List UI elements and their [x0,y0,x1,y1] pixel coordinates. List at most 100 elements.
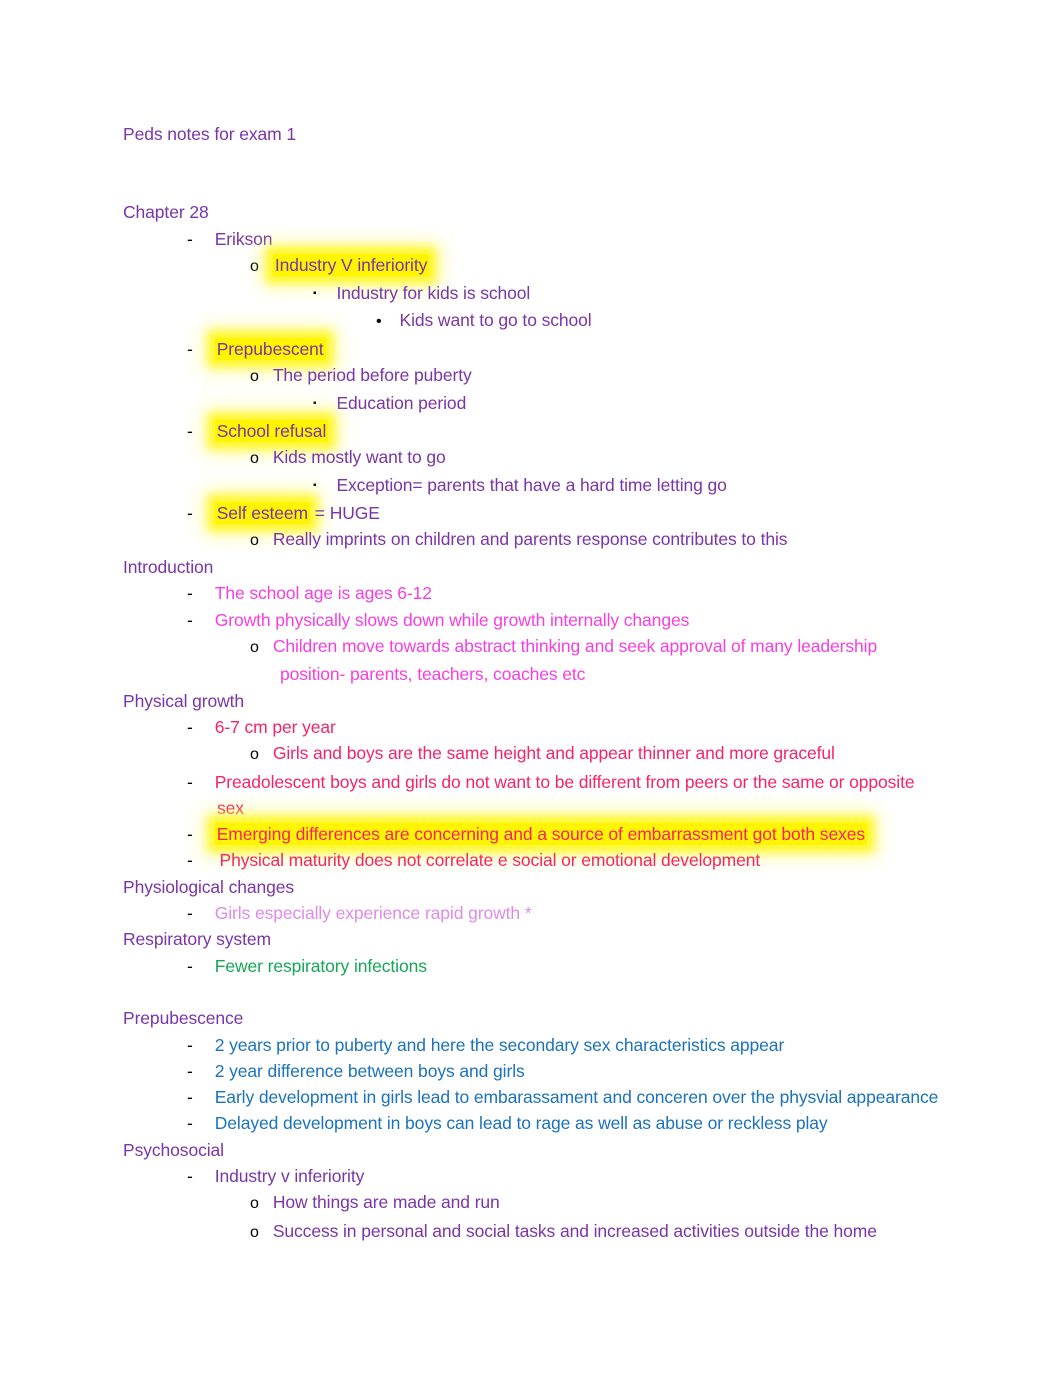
outline-item: - Early development in girls lead to emba… [187,1084,943,1110]
list-marker-dash-icon: - [187,716,193,737]
list-marker-dash-icon: - [187,1087,193,1108]
outline-item: • Kids want to go to school [376,307,943,335]
outline-item: - Growth physically slows down while grow… [187,607,943,633]
list-marker-circle-icon: o [250,746,259,764]
list-marker-dash-icon: - [187,502,193,523]
list-marker-circle-icon: o [250,449,259,467]
outline-item: ▪ Education period [313,390,943,417]
list-marker-dash-icon: - [187,850,193,871]
outline-item-text: Exception= parents that have a hard time… [336,475,727,496]
list-marker-circle-icon: o [250,1223,259,1241]
list-marker-dot-icon: • [376,313,382,331]
outline-item-text: 6-7 cm per year [214,716,336,737]
list-marker-dash-icon: - [187,1165,193,1186]
outline-item-text: Physical maturity does not correlate e s… [214,850,761,871]
section-heading-psychosocial: Psychosocial [123,1139,224,1160]
outline-item-text: Emerging differences are concerning and … [214,823,868,846]
outline-item-text: Really imprints on children and parents … [272,528,788,549]
section-heading-prepubescence: Prepubescence [123,1008,244,1029]
list-marker-square-icon: ▪ [313,288,317,300]
outline-item: ▪ Industry for kids is school [313,280,943,307]
outline-item-text: Industry v inferiority [214,1165,365,1186]
list-marker-dash-icon: - [187,955,193,976]
outline-item-text: Self esteem [214,501,311,524]
outline-item: - The school age is ages 6-12 [187,580,943,606]
list-marker-dash-icon: - [187,771,193,792]
outline-item-text: Success in personal and social tasks and… [272,1220,877,1241]
outline-item: o The period before puberty [250,362,943,390]
list-marker-dash-icon: - [187,1034,193,1055]
outline-item-text: Fewer respiratory infections [214,955,427,976]
outline-item-text: The school age is ages 6-12 [214,583,432,604]
outline-item-text: How things are made and run [272,1192,500,1213]
list-marker-dash-icon: - [187,583,193,604]
outline-item-text: Preadolescent boys and girls do not want… [214,771,920,818]
outline-item: - Prepubescent [187,336,943,362]
list-marker-dash-icon: - [187,228,193,249]
outline-item-text: Girls especially experience rapid growth… [214,903,532,924]
outline-item-text: Kids want to go to school [399,310,592,331]
section-heading-physical-growth: Physical growth [123,690,245,711]
list-marker-dash-icon: - [187,420,193,441]
outline-item: o Girls and boys are the same height and … [250,740,943,768]
outline-item: o Industry V inferiority [250,252,943,280]
outline-item-text: Industry for kids is school [336,283,531,304]
outline-item-text: Girls and boys are the same height and a… [272,743,835,764]
outline-item-text: Erikson [214,228,273,249]
outline-item: - Industry v inferiority [187,1163,943,1189]
list-marker-circle-icon: o [250,257,259,275]
outline-item: -2 year difference between boys and girl… [187,1058,943,1084]
outline-item: - Delayed development in boys can lead to… [187,1110,943,1136]
outline-item-text: Growth physically slows down while growt… [214,609,690,630]
outline-item-text: Education period [336,393,467,414]
outline-item: - Self esteem = HUGE [187,500,943,526]
list-marker-circle-icon: o [250,531,259,549]
outline-sections: Chapter 28- Erikson o Industry V inferiorit… [123,199,943,1246]
outline-item-text: School refusal [214,419,329,442]
outline-item: - Preadolescent boys and girls do not wan… [187,769,943,822]
outline-item-text: Prepubescent [214,337,326,360]
list-marker-circle-icon: o [250,1195,259,1213]
outline-item-text-trailing: = HUGE [310,502,380,523]
list-marker-dash-icon: - [187,609,193,630]
outline-item-text: Early development in girls lead to embar… [214,1087,939,1108]
outline-item: - Physical maturity does not correlate e… [187,847,943,873]
section-heading-chapter-28: Chapter 28 [123,202,209,223]
list-marker-dash-icon: - [187,1060,193,1081]
document-title: Peds notes for exam 1 [123,124,296,144]
outline-item: -2 years prior to puberty and here the s… [187,1032,943,1058]
list-marker-circle-icon: o [250,639,259,657]
list-marker-dash-icon: - [187,824,193,845]
outline-item: o Really imprints on children and parents… [250,526,943,554]
section-heading-introduction: Introduction [123,557,214,578]
document-page: Peds notes for exam 1 Chapter 28- Erikson… [0,0,1062,1377]
outline-item-text: Kids mostly want to go [272,446,446,467]
title-spacer [123,147,943,199]
outline-item-text: Industry V inferiority [272,253,430,276]
outline-item: - Girls especially experience rapid growt… [187,900,943,926]
outline-item-text: Children move towards abstract thinking … [272,636,882,685]
outline-item: ▪ Exception= parents that have a hard tim… [313,472,943,499]
outline-item: - Emerging differences are concerning and… [187,821,943,847]
outline-item: o Kids mostly want to go [250,444,943,472]
outline-item-text: 2 years prior to puberty and here the se… [214,1034,785,1055]
outline-item: - Erikson [187,226,943,252]
list-marker-dash-icon: - [187,903,193,924]
outline-item-text: Delayed development in boys can lead to … [214,1113,828,1134]
outline-item-text: 2 year difference between boys and girls [214,1060,525,1081]
list-marker-square-icon: ▪ [313,480,317,492]
list-marker-square-icon: ▪ [313,398,317,410]
section-heading-physiological-changes: Physiological changes [123,876,295,897]
outline-item: -6-7 cm per year [187,714,943,740]
outline-item: o How things are made and run [250,1189,943,1217]
section-heading-respiratory-system: Respiratory system [123,929,271,950]
list-marker-dash-icon: - [187,338,193,359]
list-marker-circle-icon: o [250,368,259,386]
outline-item: - School refusal [187,418,943,444]
outline-item-text: The period before puberty [272,365,472,386]
document-body: Peds notes for exam 1 Chapter 28- Erikson… [123,121,943,1246]
outline-item: o Children move towards abstract thinking… [250,633,943,688]
outline-item: - Fewer respiratory infections [187,953,943,979]
outline-item: o Success in personal and social tasks an… [250,1218,943,1246]
